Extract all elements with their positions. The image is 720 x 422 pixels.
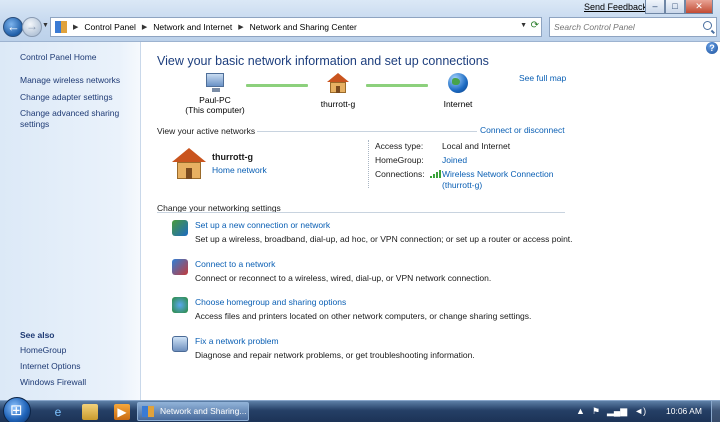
internet-explorer-icon[interactable]: e <box>50 404 66 420</box>
taskbar-task-label: Network and Sharing... <box>160 406 247 416</box>
task-connect-network-desc: Connect or reconnect to a wireless, wire… <box>195 273 492 283</box>
divider <box>368 140 369 188</box>
divider <box>157 212 565 213</box>
taskbar-network-sharing-button[interactable]: Network and Sharing... <box>137 402 249 421</box>
connect-or-disconnect-link[interactable]: Connect or disconnect <box>480 125 565 135</box>
address-history-dropdown-icon[interactable]: ▼ <box>520 22 527 29</box>
internet-label: Internet <box>443 99 473 109</box>
breadcrumb-network-and-sharing-center[interactable]: Network and Sharing Center <box>250 22 357 32</box>
computer-icon <box>206 73 224 92</box>
homegroup-icon <box>172 297 188 313</box>
clock[interactable]: 10:06 AM <box>666 406 702 416</box>
recent-pages-dropdown-icon[interactable]: ▼ <box>42 22 49 29</box>
network-name: thurrott-g <box>320 99 356 109</box>
sidebar-item-manage-wireless-networks[interactable]: Manage wireless networks <box>20 75 130 86</box>
search-icon[interactable] <box>703 21 712 30</box>
control-panel-icon <box>142 406 154 417</box>
connections-label: Connections: <box>375 169 425 179</box>
window-controls: – □ ✕ <box>645 0 713 14</box>
breadcrumb-network-and-internet[interactable]: Network and Internet <box>153 22 232 32</box>
wireless-signal-icon <box>430 170 441 178</box>
folder-icon[interactable] <box>82 404 98 420</box>
see-also-windows-firewall[interactable]: Windows Firewall <box>20 377 130 388</box>
access-type-label: Access type: <box>375 141 424 151</box>
map-connector <box>366 84 428 87</box>
sidebar-control-panel-home[interactable]: Control Panel Home <box>20 52 97 62</box>
breadcrumb-control-panel[interactable]: Control Panel <box>84 22 136 32</box>
title-bar: Send Feedback – □ ✕ ▼ ▶ Control Panel ▶ … <box>0 0 720 42</box>
see-full-map-link[interactable]: See full map <box>519 73 566 83</box>
task-homegroup-link[interactable]: Choose homegroup and sharing options <box>195 297 346 307</box>
map-connector <box>246 84 308 87</box>
sidebar-item-change-adapter-settings[interactable]: Change adapter settings <box>20 92 130 103</box>
help-icon[interactable]: ? <box>706 42 718 54</box>
map-node-network[interactable]: thurrott-g <box>312 73 364 109</box>
wireless-connection-ssid-link[interactable]: (thurrott-g) <box>442 180 482 190</box>
minimize-button[interactable]: – <box>645 0 665 14</box>
computer-subtitle: (This computer) <box>185 105 245 115</box>
breadcrumb-separator-icon[interactable]: ▶ <box>73 23 78 31</box>
breadcrumb-separator-icon[interactable]: ▶ <box>142 23 147 31</box>
network-type-link[interactable]: Home network <box>212 165 267 175</box>
globe-icon <box>448 73 468 93</box>
homegroup-label: HomeGroup: <box>375 155 424 165</box>
network-tray-icon[interactable]: ▂▄▆ <box>607 406 627 417</box>
search-input[interactable] <box>550 18 700 36</box>
taskbar: e ▶ Network and Sharing... ▲ ⚑ ▂▄▆ ◄) 10… <box>0 397 720 422</box>
back-button[interactable] <box>3 17 23 37</box>
divider <box>257 131 477 132</box>
active-networks-heading: View your active networks <box>157 126 256 136</box>
close-button[interactable]: ✕ <box>685 0 713 14</box>
forward-button[interactable] <box>22 17 42 37</box>
refresh-icon[interactable]: ⟳ <box>531 20 539 31</box>
network-house-icon <box>327 73 349 93</box>
see-also-internet-options[interactable]: Internet Options <box>20 361 130 372</box>
active-network-name: thurrott-g <box>212 152 253 162</box>
search-box[interactable] <box>549 17 717 37</box>
homegroup-joined-link[interactable]: Joined <box>442 155 467 165</box>
connect-network-icon <box>172 259 188 275</box>
sidebar-item-change-advanced-sharing-settings[interactable]: Change advanced sharing settings <box>20 108 130 130</box>
sidebar: Control Panel Home Manage wireless netwo… <box>0 42 141 400</box>
map-node-internet[interactable]: Internet <box>436 73 480 109</box>
page-title: View your basic network information and … <box>157 54 489 68</box>
home-network-icon <box>172 148 206 180</box>
see-also-homegroup[interactable]: HomeGroup <box>20 345 130 356</box>
tray-expand-icon[interactable]: ▲ <box>576 406 585 417</box>
address-bar[interactable]: ▶ Control Panel ▶ Network and Internet ▶… <box>50 17 542 37</box>
system-tray: ▲ ⚑ ▂▄▆ ◄) <box>576 406 646 417</box>
task-setup-connection-desc: Set up a wireless, broadband, dial-up, a… <box>195 234 573 244</box>
task-fix-network-desc: Diagnose and repair network problems, or… <box>195 350 475 360</box>
volume-icon[interactable]: ◄) <box>634 406 646 417</box>
task-setup-connection-link[interactable]: Set up a new connection or network <box>195 220 330 230</box>
send-feedback-link[interactable]: Send Feedback <box>584 2 647 12</box>
map-node-computer[interactable]: Paul-PC (This computer) <box>182 73 248 115</box>
control-panel-icon <box>55 21 67 33</box>
task-connect-network-link[interactable]: Connect to a network <box>195 259 275 269</box>
computer-name: Paul-PC <box>199 95 231 105</box>
task-fix-network-link[interactable]: Fix a network problem <box>195 336 279 346</box>
start-button[interactable] <box>3 397 31 422</box>
breadcrumb-separator-icon[interactable]: ▶ <box>238 23 243 31</box>
troubleshoot-icon <box>172 336 188 352</box>
new-connection-icon <box>172 220 188 236</box>
action-center-flag-icon[interactable]: ⚑ <box>592 406 600 417</box>
access-type-value: Local and Internet <box>442 141 511 151</box>
show-desktop-button[interactable] <box>711 401 720 422</box>
see-also-heading: See also <box>20 330 55 340</box>
media-player-icon[interactable]: ▶ <box>114 404 130 420</box>
maximize-button[interactable]: □ <box>665 0 685 14</box>
task-homegroup-desc: Access files and printers located on oth… <box>195 311 532 321</box>
wireless-connection-link[interactable]: Wireless Network Connection <box>442 169 553 179</box>
